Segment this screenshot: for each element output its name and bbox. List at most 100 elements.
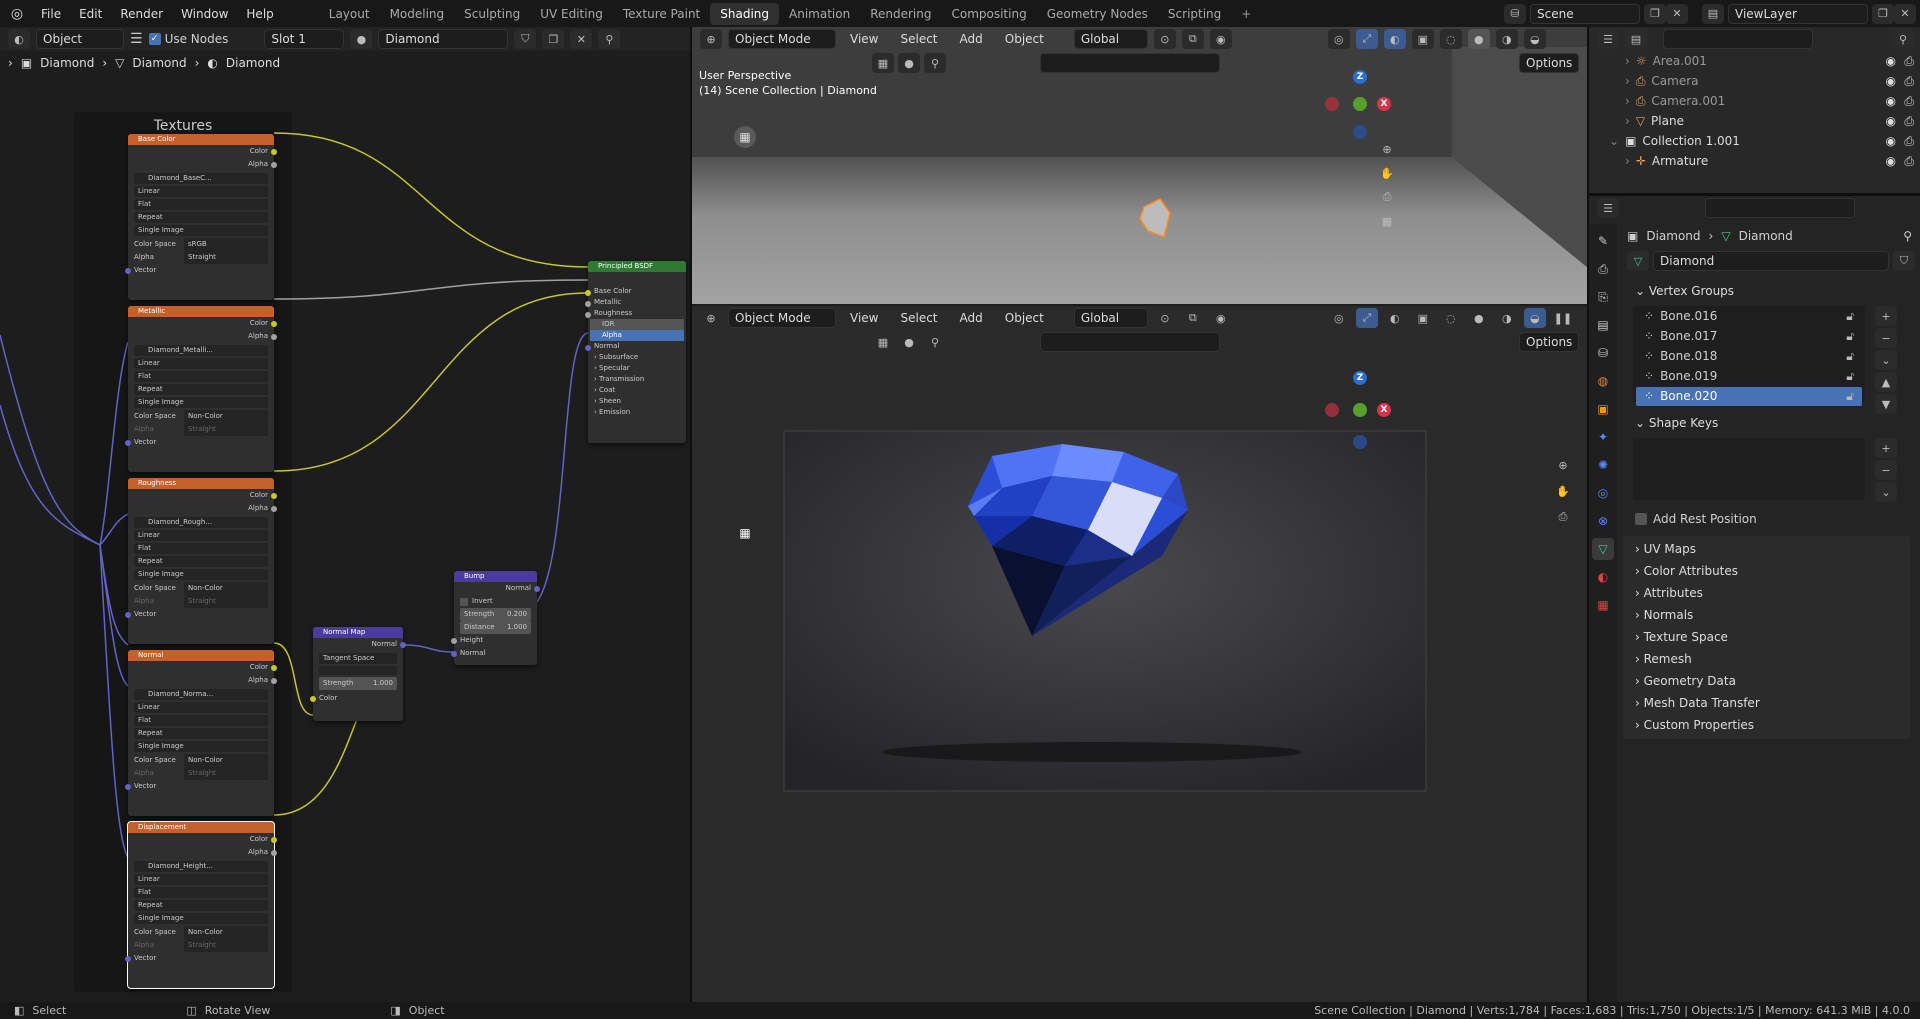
world-tab-icon[interactable]: ◍ <box>1592 370 1614 392</box>
bsdf-input-basecolor[interactable]: Base Color <box>585 286 686 297</box>
expand-arrow-icon[interactable]: ⌄ <box>1609 134 1619 148</box>
colorspace-select[interactable]: Non-Color <box>184 754 268 767</box>
bsdf-input-roughness[interactable]: Roughness <box>585 308 686 319</box>
view-layer-tab-icon[interactable]: ▤ <box>1592 314 1614 336</box>
invert-checkbox[interactable]: Invert <box>454 595 537 608</box>
image-texture-node[interactable]: Displacement Color Alpha Diamond_Height.… <box>125 821 277 989</box>
gizmo-x-axis[interactable]: X <box>1377 403 1391 417</box>
pin-icon[interactable]: ⚲ <box>598 29 621 49</box>
breadcrumb-mesh[interactable]: Diamond <box>1739 229 1793 243</box>
lock-icon[interactable]: 🔓︎ <box>1846 347 1854 366</box>
zoom-icon[interactable]: ⊕ <box>1376 139 1398 159</box>
modifier-tab-icon[interactable]: ✦ <box>1592 426 1614 448</box>
editor-type-icon[interactable]: ◐ <box>8 29 30 49</box>
pan-hand-icon[interactable]: ✋ <box>1552 481 1574 501</box>
interpolation-select[interactable]: Linear <box>134 186 268 197</box>
socket[interactable] <box>125 783 131 790</box>
tab-animation[interactable]: Animation <box>779 3 860 25</box>
colorspace-select[interactable]: sRGB <box>184 238 268 251</box>
scene-icon[interactable]: ⛁ <box>1504 3 1526 24</box>
bsdf-input-metallic[interactable]: Metallic <box>585 297 686 308</box>
menu-view[interactable]: View <box>842 32 886 46</box>
eye-visibility-icon[interactable]: ◉ <box>1886 154 1896 168</box>
shading-sphere-icon[interactable]: ● <box>898 53 920 73</box>
bsdf-input-normal[interactable]: Normal <box>585 341 686 352</box>
image-datablock[interactable]: Diamond_Metalli... <box>134 345 268 356</box>
menu-help[interactable]: Help <box>237 3 282 25</box>
bsdf-panel-specular[interactable]: › Specular <box>588 363 686 374</box>
extension-select[interactable]: Repeat <box>134 556 268 567</box>
interpolation-select[interactable]: Linear <box>134 702 268 713</box>
interpolation-select[interactable]: Linear <box>134 530 268 541</box>
eye-visibility-icon[interactable]: ◉ <box>1886 134 1896 148</box>
lock-icon[interactable]: 🔓︎ <box>1846 387 1854 406</box>
scene-field[interactable]: Scene <box>1530 3 1640 24</box>
alpha-mode-select[interactable]: Straight <box>184 767 268 780</box>
image-texture-node[interactable]: Roughness Color Alpha Diamond_Rough... L… <box>125 478 277 644</box>
tool-tab-icon[interactable]: ✎ <box>1592 230 1614 252</box>
remove-vertex-group-button[interactable]: − <box>1875 328 1897 348</box>
gizmo-z-axis[interactable]: Z <box>1353 371 1367 385</box>
gizmo-neg-z-axis[interactable] <box>1353 435 1367 449</box>
use-nodes-checkbox[interactable]: ✓ Use Nodes <box>148 32 228 46</box>
vertex-group-item[interactable]: ⁘ Bone.020 🔓︎ <box>1636 387 1862 406</box>
alpha-mode-select[interactable]: Straight <box>184 423 268 436</box>
projection-select[interactable]: Flat <box>134 543 268 554</box>
eye-visibility-icon[interactable]: ◉ <box>1886 94 1896 108</box>
socket[interactable] <box>271 836 277 843</box>
rendered-shading-icon[interactable]: ◒ <box>1523 29 1546 49</box>
tangent-space-select[interactable]: Tangent Space <box>319 653 397 664</box>
alpha-mode-select[interactable]: Straight <box>184 595 268 608</box>
socket[interactable] <box>534 585 540 592</box>
tab-scripting[interactable]: Scripting <box>1158 3 1231 25</box>
source-select[interactable]: Single Image <box>134 569 268 580</box>
source-select[interactable]: Single Image <box>134 225 268 236</box>
mesh-data-icon[interactable]: ▽ <box>1627 251 1649 271</box>
bsdf-panel-coat[interactable]: › Coat <box>588 385 686 396</box>
output-tab-icon[interactable]: ⎘ <box>1592 286 1614 308</box>
expand-arrow-icon[interactable]: › <box>1625 74 1630 88</box>
orientation-select[interactable]: Global <box>1073 29 1148 49</box>
breadcrumb-material[interactable]: Diamond <box>226 56 280 70</box>
socket[interactable] <box>125 611 131 618</box>
uv-map-field[interactable] <box>319 666 397 675</box>
projection-select[interactable]: Flat <box>134 715 268 726</box>
scene-tab-icon[interactable]: ⛁ <box>1592 342 1614 364</box>
filter-icon[interactable]: ⚲ <box>924 53 946 73</box>
extension-select[interactable]: Repeat <box>134 212 268 223</box>
projection-select[interactable]: Flat <box>134 887 268 898</box>
lock-icon[interactable]: 🔓︎ <box>1846 367 1854 386</box>
pin-icon[interactable]: ⚲ <box>1903 229 1912 243</box>
bump-strength-field[interactable]: Strength 0.200 <box>454 608 537 621</box>
socket[interactable] <box>271 161 277 168</box>
tab-shading[interactable]: Shading <box>710 2 779 25</box>
interpolation-select[interactable]: Linear <box>134 874 268 885</box>
socket[interactable] <box>271 333 277 340</box>
normal-map-node[interactable]: Normal Map Normal Tangent Space Strength… <box>310 627 406 721</box>
material-sphere-icon[interactable]: ● <box>350 29 373 49</box>
bump-node[interactable]: Bump Normal Invert Strength 0.200 Distanc… <box>451 571 540 665</box>
interpolation-select[interactable]: Linear <box>134 358 268 369</box>
fake-user-icon[interactable]: ⛉ <box>1893 251 1915 271</box>
proportional-edit-icon[interactable]: ◉ <box>1209 29 1232 49</box>
alpha-mode-select[interactable]: Straight <box>184 939 268 952</box>
object-type-select[interactable]: Object <box>36 29 124 49</box>
gizmo-neg-x-axis[interactable] <box>1325 97 1339 111</box>
lock-icon[interactable]: 🔓︎ <box>1846 327 1854 346</box>
outliner-search[interactable] <box>1663 29 1813 49</box>
remove-shape-key-button[interactable]: − <box>1875 460 1897 480</box>
options-button[interactable]: Options <box>1519 53 1579 73</box>
viewport-top[interactable]: ⊕ Object Mode View Select Add Object Glo… <box>692 27 1587 304</box>
socket[interactable] <box>451 637 457 644</box>
display-mode-icon[interactable]: ▤ <box>1625 29 1647 49</box>
search-field[interactable] <box>1040 53 1220 73</box>
render-visibility-icon[interactable]: ⎙ <box>1904 154 1914 169</box>
colorspace-select[interactable]: Non-Color <box>184 926 268 939</box>
move-down-icon[interactable]: ▼ <box>1875 394 1897 414</box>
properties-search[interactable] <box>1705 198 1855 218</box>
socket[interactable] <box>451 650 457 657</box>
mode-select[interactable]: Object Mode <box>728 29 836 49</box>
render-visibility-icon[interactable]: ⎙ <box>1904 94 1914 109</box>
gizmo-y-axis[interactable] <box>1353 403 1367 417</box>
bsdf-input-ior[interactable]: IOR <box>590 319 684 330</box>
